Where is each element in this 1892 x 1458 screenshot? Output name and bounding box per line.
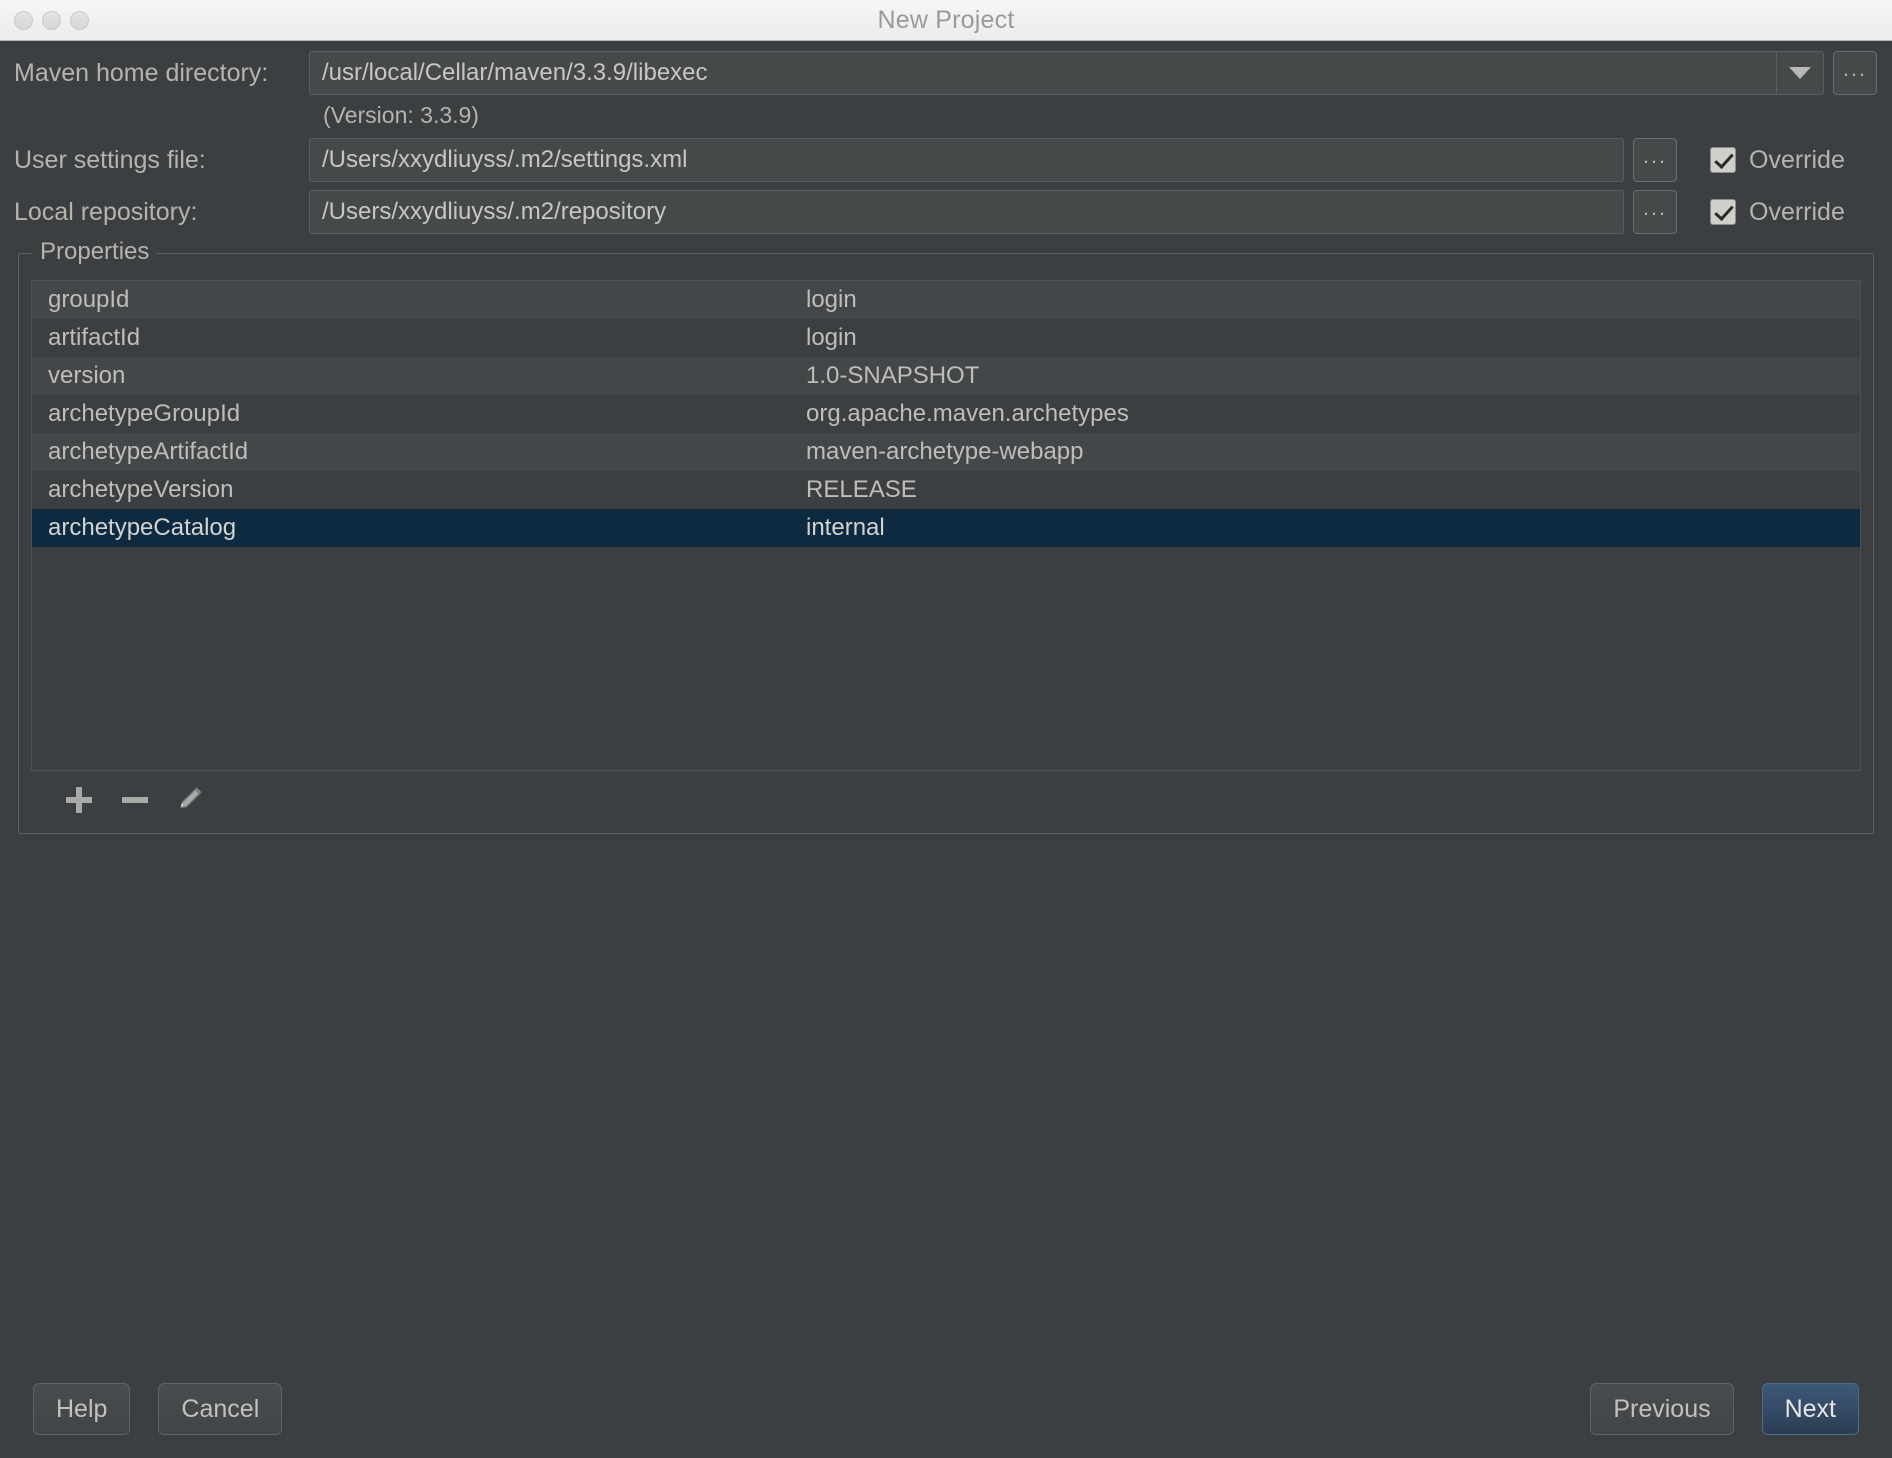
local-repository-override-label: Override — [1749, 197, 1845, 226]
maven-version-note: (Version: 3.3.9) — [323, 101, 479, 128]
remove-property-button[interactable] — [107, 778, 163, 822]
property-value: login — [806, 286, 857, 313]
minus-icon — [122, 787, 148, 813]
user-settings-override-group[interactable]: Override — [1710, 146, 1845, 175]
chevron-down-icon[interactable] — [1776, 51, 1824, 95]
property-value: 1.0-SNAPSHOT — [806, 362, 980, 389]
user-settings-browse-button[interactable]: ... — [1633, 138, 1677, 182]
window-controls — [14, 0, 89, 40]
table-row[interactable]: groupId login — [32, 281, 1860, 319]
user-settings-label: User settings file: — [14, 145, 206, 174]
table-row[interactable]: version 1.0-SNAPSHOT — [32, 357, 1860, 395]
property-value: maven-archetype-webapp — [806, 438, 1084, 465]
table-row[interactable]: archetypeVersion RELEASE — [32, 471, 1860, 509]
property-key: archetypeGroupId — [48, 400, 241, 427]
property-key: archetypeVersion — [48, 476, 234, 503]
properties-toolbar — [31, 775, 1861, 825]
window-titlebar: New Project — [0, 0, 1892, 41]
table-row[interactable]: artifactId login — [32, 319, 1860, 357]
local-repository-browse-button[interactable]: ... — [1633, 190, 1677, 234]
property-key: archetypeArtifactId — [48, 438, 249, 465]
properties-groupbox: Properties groupId login artifactId login ve… — [18, 238, 1874, 834]
help-button[interactable]: Help — [33, 1383, 131, 1435]
maven-home-browse-button[interactable]: ... — [1833, 51, 1877, 95]
property-key: groupId — [48, 286, 130, 313]
maven-home-row: Maven home directory: /usr/local/Cellar/… — [0, 49, 1892, 97]
property-value: org.apache.maven.archetypes — [806, 400, 1129, 427]
next-button[interactable]: Next — [1761, 1383, 1859, 1435]
edit-property-button[interactable] — [163, 778, 219, 822]
maven-home-label: Maven home directory: — [14, 58, 269, 87]
property-value: RELEASE — [806, 476, 917, 503]
cancel-button[interactable]: Cancel — [158, 1383, 283, 1435]
maven-settings-form: Maven home directory: /usr/local/Cellar/… — [0, 49, 1892, 236]
maven-home-combobox[interactable]: /usr/local/Cellar/maven/3.3.9/libexec — [309, 51, 1824, 95]
local-repository-override-checkbox[interactable] — [1710, 199, 1736, 225]
maven-home-input[interactable]: /usr/local/Cellar/maven/3.3.9/libexec — [309, 51, 1776, 95]
close-button[interactable] — [14, 10, 33, 30]
local-repository-override-group[interactable]: Override — [1710, 198, 1845, 227]
properties-table[interactable]: groupId login artifactId login version 1.0-SN… — [31, 280, 1861, 771]
local-repository-input[interactable]: /Users/xxydliuyss/.m2/repository — [309, 190, 1624, 234]
local-repository-label: Local repository: — [14, 197, 198, 226]
plus-icon — [66, 787, 92, 813]
property-key: artifactId — [48, 324, 141, 351]
property-key: version — [48, 362, 126, 389]
table-row[interactable]: archetypeGroupId org.apache.maven.archety… — [32, 395, 1860, 433]
table-row[interactable]: archetypeArtifactId maven-archetype-webap… — [32, 433, 1860, 471]
property-value: internal — [806, 514, 885, 541]
add-property-button[interactable] — [51, 778, 107, 822]
user-settings-override-label: Override — [1749, 145, 1845, 174]
properties-group-title: Properties — [33, 238, 157, 266]
zoom-button[interactable] — [70, 10, 89, 30]
dialog-content: Maven home directory: /usr/local/Cellar/… — [0, 41, 1892, 1458]
user-settings-row: User settings file: /Users/xxydliuyss/.m… — [0, 136, 1892, 184]
new-project-dialog: New Project Maven home directory: /usr/l… — [0, 0, 1892, 1458]
dialog-footer: Help Cancel Previous Next — [0, 1382, 1892, 1436]
user-settings-override-checkbox[interactable] — [1710, 147, 1736, 173]
window-title: New Project — [877, 5, 1015, 34]
user-settings-input[interactable]: /Users/xxydliuyss/.m2/settings.xml — [309, 138, 1624, 182]
property-key: archetypeCatalog — [48, 514, 237, 541]
table-row[interactable]: archetypeCatalog internal — [32, 509, 1860, 547]
maven-version-row: (Version: 3.3.9) — [0, 97, 1892, 133]
pencil-icon — [176, 783, 206, 818]
property-value: login — [806, 324, 857, 351]
local-repository-row: Local repository: /Users/xxydliuyss/.m2/… — [0, 188, 1892, 236]
minimize-button[interactable] — [42, 10, 61, 30]
previous-button[interactable]: Previous — [1590, 1383, 1734, 1435]
